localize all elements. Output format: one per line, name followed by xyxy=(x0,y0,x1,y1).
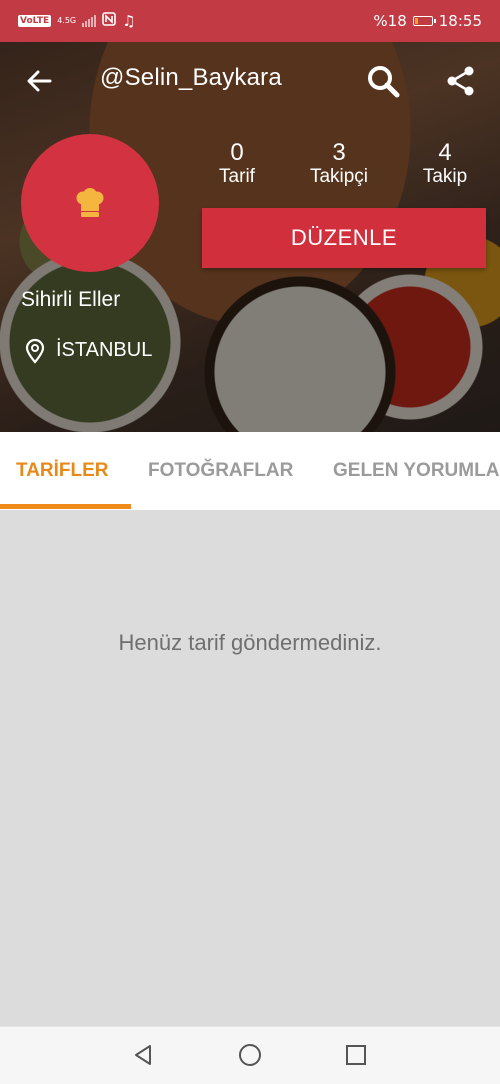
stat-recipes-label: Tarif xyxy=(219,166,255,187)
stat-following[interactable]: 4 Takip xyxy=(412,140,478,188)
stat-following-label: Takip xyxy=(422,166,468,187)
status-bar-left: VoLTE 4.5G ♫ xyxy=(18,12,136,30)
chef-hat-icon xyxy=(76,188,104,217)
tab-photos[interactable]: FOTOĞRAFLAR xyxy=(148,432,293,510)
nav-recents-icon[interactable] xyxy=(341,1040,371,1070)
volte-badge: VoLTE xyxy=(18,15,52,27)
network-type: 4.5G xyxy=(57,16,77,25)
music-note-icon: ♫ xyxy=(122,12,136,30)
stat-following-value: 4 xyxy=(438,139,452,166)
edit-profile-button[interactable]: DÜZENLE xyxy=(202,208,486,268)
nav-back-icon[interactable] xyxy=(128,1040,158,1070)
tab-received-comments[interactable]: GELEN YORUMLA xyxy=(333,432,499,510)
signal-icon xyxy=(82,15,97,27)
battery-percent: %18 xyxy=(373,12,407,30)
profile-location: İSTANBUL xyxy=(56,339,153,361)
profile-tabs: TARİFLER FOTOĞRAFLAR GELEN YORUMLA xyxy=(0,432,500,511)
nfc-icon xyxy=(102,12,116,30)
empty-state-message: Henüz tarif göndermediniz. xyxy=(118,630,382,655)
stat-followers-label: Takipçi xyxy=(309,166,369,187)
profile-username-title: @Selin_Baykara xyxy=(100,64,282,91)
search-icon[interactable] xyxy=(364,60,402,102)
stat-recipes-value: 0 xyxy=(230,139,244,166)
stat-followers[interactable]: 3 Takipçi xyxy=(300,140,378,188)
share-icon[interactable] xyxy=(442,60,480,102)
back-arrow-icon[interactable] xyxy=(22,60,56,102)
status-bar-right: %18 18:55 xyxy=(373,12,482,30)
stat-recipes[interactable]: 0 Tarif xyxy=(204,140,270,188)
active-tab-indicator xyxy=(0,504,131,509)
profile-avatar[interactable] xyxy=(21,134,159,272)
tab-recipes[interactable]: TARİFLER xyxy=(16,432,109,510)
nav-home-icon[interactable] xyxy=(235,1040,265,1070)
profile-display-name: Sihirli Eller xyxy=(21,288,121,311)
recipes-list-area xyxy=(0,510,500,1026)
location-pin-icon xyxy=(24,338,46,364)
clock: 18:55 xyxy=(438,12,482,30)
battery-icon xyxy=(412,16,436,26)
stat-followers-value: 3 xyxy=(332,139,346,166)
status-bar: VoLTE 4.5G ♫ %18 18:55 xyxy=(0,0,500,42)
